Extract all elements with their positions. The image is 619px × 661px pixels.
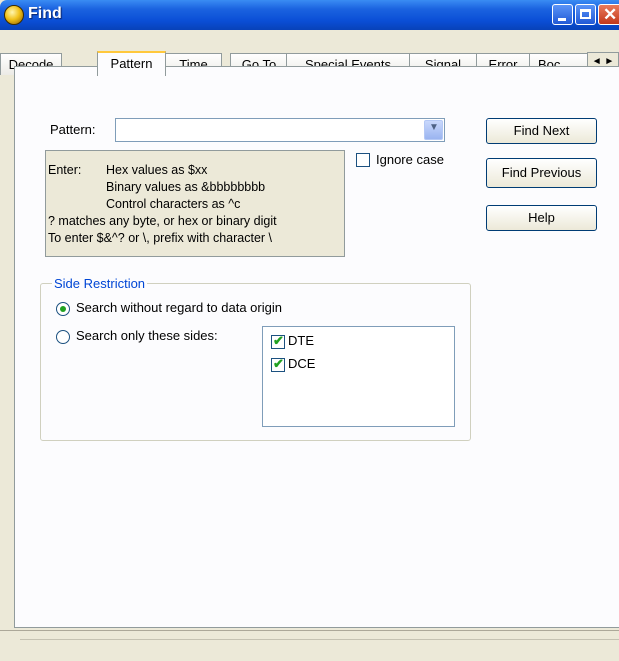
help-button[interactable]: Help bbox=[486, 205, 597, 231]
side-restriction-title: Side Restriction bbox=[52, 276, 148, 291]
dce-label[interactable]: DCE bbox=[288, 356, 315, 371]
help-hex-line: Hex values as $xx bbox=[106, 163, 208, 177]
find-previous-button[interactable]: Find Previous bbox=[486, 158, 597, 188]
pattern-dropdown-button[interactable]: ▼ bbox=[424, 120, 443, 140]
radio-search-all[interactable] bbox=[56, 302, 70, 316]
help-enter-label: Enter: bbox=[48, 163, 82, 177]
help-control-line: Control characters as ^c bbox=[106, 197, 241, 211]
window-title: Find bbox=[28, 5, 62, 22]
status-divider bbox=[20, 639, 619, 640]
ignore-case-checkbox[interactable] bbox=[356, 153, 370, 167]
radio-search-all-label[interactable]: Search without regard to data origin bbox=[76, 300, 282, 315]
pattern-label: Pattern: bbox=[50, 122, 96, 137]
radio-selected-dot bbox=[60, 306, 66, 312]
close-icon: ✕ bbox=[603, 5, 618, 24]
close-button[interactable]: ✕ bbox=[598, 4, 619, 25]
radio-search-sides-label[interactable]: Search only these sides: bbox=[76, 328, 218, 343]
chevron-down-icon: ▼ bbox=[429, 122, 439, 133]
status-bar bbox=[0, 630, 619, 661]
check-icon: ✔ bbox=[273, 333, 284, 348]
dte-label[interactable]: DTE bbox=[288, 333, 314, 348]
sides-listbox[interactable]: ✔ DTE ✔ DCE bbox=[262, 326, 455, 427]
minimize-button[interactable] bbox=[552, 4, 573, 25]
check-icon: ✔ bbox=[273, 356, 284, 371]
maximize-icon bbox=[580, 9, 591, 19]
tab-pattern[interactable]: Pattern bbox=[97, 51, 166, 76]
find-next-button[interactable]: Find Next bbox=[486, 118, 597, 144]
help-binary-line: Binary values as &bbbbbbbb bbox=[106, 180, 266, 194]
dte-checkbox[interactable]: ✔ bbox=[271, 333, 285, 349]
ignore-case-label[interactable]: Ignore case bbox=[376, 152, 444, 167]
help-prefix-line: To enter $&^? or \, prefix with characte… bbox=[48, 231, 273, 245]
pattern-help-box: Enter: Hex values as $xx Binary values a… bbox=[45, 150, 345, 257]
help-matches-line: ? matches any byte, or hex or binary dig… bbox=[48, 214, 277, 228]
find-dialog: Find ✕ Decode Pattern Time Go To Special… bbox=[0, 0, 619, 661]
pattern-combobox[interactable]: ▼ bbox=[115, 118, 445, 142]
app-icon bbox=[4, 5, 24, 25]
maximize-button[interactable] bbox=[575, 4, 596, 25]
title-bar[interactable]: Find ✕ bbox=[0, 0, 619, 30]
tab-strip: Decode Pattern Time Go To Special Events… bbox=[0, 30, 619, 76]
radio-search-sides[interactable] bbox=[56, 330, 70, 344]
minimize-icon bbox=[558, 18, 566, 21]
dce-checkbox[interactable]: ✔ bbox=[271, 356, 285, 372]
